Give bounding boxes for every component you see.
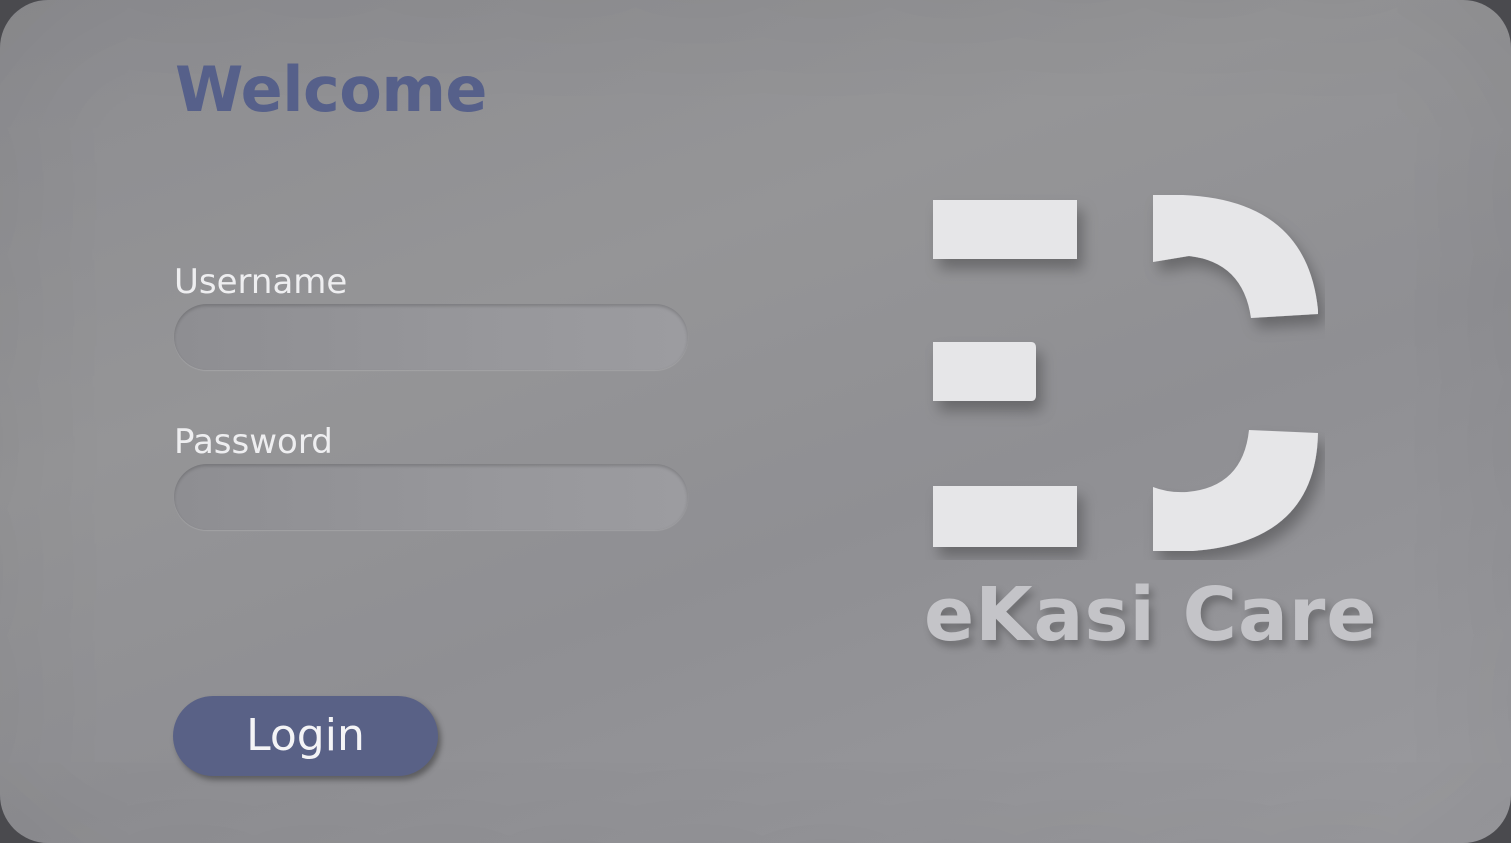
password-input[interactable] bbox=[174, 464, 688, 530]
welcome-title: Welcome bbox=[175, 53, 487, 126]
username-label: Username bbox=[174, 262, 348, 302]
logo-arc-top bbox=[1153, 195, 1318, 318]
logo-bar-bottom bbox=[933, 486, 1077, 547]
logo-arc-bottom bbox=[1153, 430, 1318, 551]
logo-bar-top bbox=[933, 200, 1077, 259]
username-input[interactable] bbox=[174, 304, 688, 370]
login-button[interactable]: Login bbox=[173, 696, 438, 776]
brand-name: eKasi Care bbox=[924, 572, 1378, 658]
login-window: Welcome Username Password Login eKasi Ca… bbox=[0, 0, 1511, 843]
ekasi-care-logo-icon bbox=[933, 195, 1318, 551]
password-label: Password bbox=[174, 422, 333, 462]
logo-bar-middle bbox=[933, 342, 1036, 401]
